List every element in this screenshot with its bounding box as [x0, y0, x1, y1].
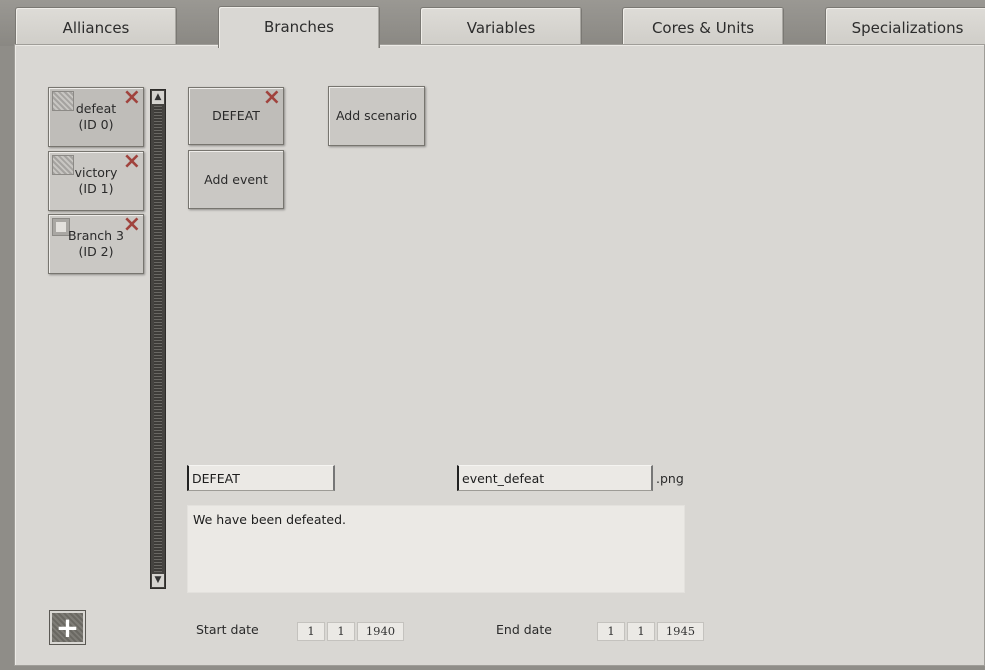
branch-name: victory	[74, 165, 118, 180]
end-day-field[interactable]: 1	[597, 622, 625, 641]
start-day-field[interactable]: 1	[297, 622, 325, 641]
end-month-field[interactable]: 1	[627, 622, 655, 641]
event-description-field[interactable]: We have been defeated.	[187, 505, 685, 593]
delete-icon[interactable]: ×	[263, 87, 281, 109]
tab-specializations[interactable]: Specializations	[825, 7, 985, 46]
scroll-up-icon[interactable]: ▲	[152, 91, 164, 104]
add-event-button[interactable]: Add event	[188, 150, 284, 209]
plus-icon: +	[55, 611, 80, 644]
tab-cores-units[interactable]: Cores & Units	[622, 7, 784, 46]
branch-id: (ID 1)	[78, 181, 114, 196]
branch-list-scrollbar[interactable]: ▲ ▼	[150, 89, 166, 589]
branch-item-defeat[interactable]: × defeat (ID 0)	[48, 87, 144, 147]
end-year-field[interactable]: 1945	[657, 622, 704, 641]
branch-name: defeat	[75, 101, 117, 116]
tab-variables[interactable]: Variables	[420, 7, 582, 46]
image-extension-label: .png	[656, 471, 684, 486]
tab-alliances[interactable]: Alliances	[15, 7, 177, 46]
event-name-field[interactable]	[187, 465, 335, 491]
start-year-field[interactable]: 1940	[357, 622, 404, 641]
branch-item-victory[interactable]: × victory (ID 1)	[48, 151, 144, 211]
tab-branches[interactable]: Branches	[218, 6, 380, 48]
add-scenario-button[interactable]: Add scenario	[328, 86, 425, 146]
add-branch-button[interactable]: +	[49, 610, 86, 645]
branch-name: Branch 3	[67, 228, 125, 243]
start-month-field[interactable]: 1	[327, 622, 355, 641]
scroll-down-icon[interactable]: ▼	[152, 574, 164, 587]
branch-id: (ID 0)	[78, 117, 114, 132]
event-name: DEFEAT	[212, 108, 260, 123]
tab-bar: Alliances Branches Variables Cores & Uni…	[0, 0, 985, 48]
end-date-label: End date	[496, 622, 552, 637]
start-date-label: Start date	[196, 622, 259, 637]
event-image-field[interactable]	[457, 465, 653, 491]
event-item-defeat[interactable]: DEFEAT ×	[188, 87, 284, 145]
scroll-track[interactable]	[154, 106, 162, 572]
branch-item-branch-3[interactable]: × Branch 3 (ID 2)	[48, 214, 144, 274]
branch-id: (ID 2)	[78, 244, 114, 259]
